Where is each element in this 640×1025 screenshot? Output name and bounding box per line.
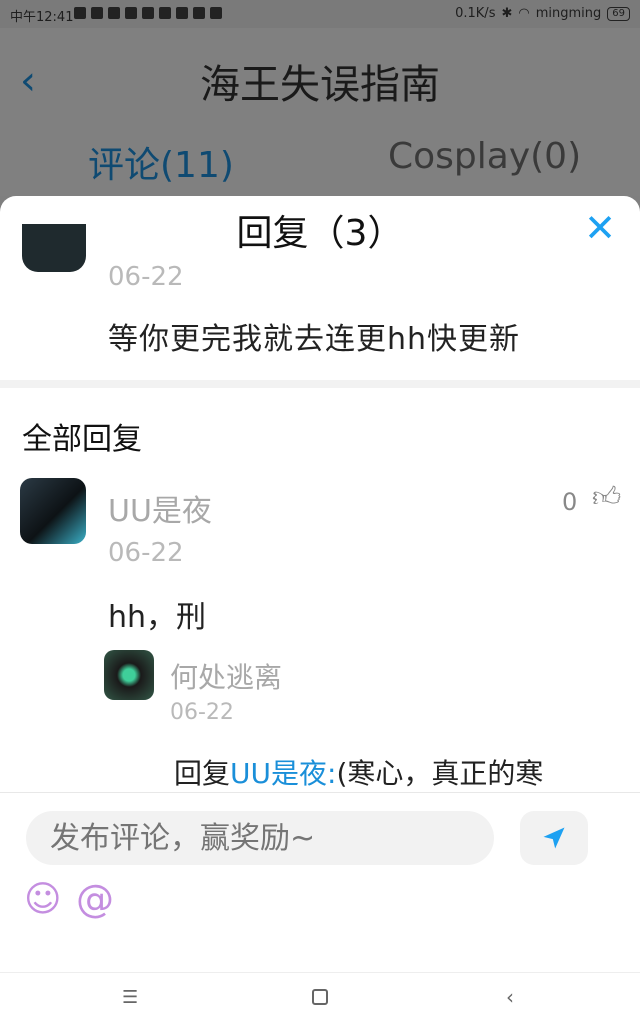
menu-icon[interactable]: ☰ — [122, 987, 138, 1008]
tab-cosplay[interactable]: Cosplay(0) — [388, 136, 581, 177]
emoji-icon[interactable]: ☺ — [24, 879, 62, 920]
app-icon — [142, 7, 154, 19]
avatar[interactable] — [22, 224, 86, 272]
section-label: 全部回复 — [22, 422, 142, 457]
avatar[interactable] — [104, 650, 154, 700]
thumbs-up-icon[interactable]: 👍︎ — [592, 480, 621, 514]
comment-input[interactable] — [26, 811, 494, 865]
wifi-icon: ◠ — [518, 6, 530, 21]
sub-reply-text: 回复UU是夜:(寒心，真正的寒 — [174, 752, 543, 792]
divider — [0, 380, 640, 388]
mention-icon[interactable]: @ — [76, 877, 114, 921]
reply-prefix: 回复 — [174, 757, 231, 790]
app-icon — [125, 7, 137, 19]
home-icon[interactable] — [312, 989, 328, 1005]
send-icon — [543, 827, 565, 849]
wechat-icon — [74, 7, 86, 19]
network-speed: 0.1K/s — [455, 6, 496, 21]
back-nav-icon[interactable]: ‹ — [506, 985, 514, 1009]
mention-link[interactable]: UU是夜: — [230, 757, 336, 790]
reply-text: hh，刑 — [108, 600, 207, 635]
close-icon[interactable]: ✕ — [584, 206, 616, 250]
reply-username[interactable]: UU是夜 — [108, 486, 212, 530]
send-button[interactable] — [520, 811, 588, 865]
reply-date: 06-22 — [108, 538, 184, 568]
avatar[interactable] — [20, 478, 86, 544]
app-icon — [91, 7, 103, 19]
reply-sheet: 回复（3） ✕ 06-22 等你更完我就去连更hh快更新 全部回复 UU是夜 0… — [0, 196, 640, 1024]
app-icon — [210, 7, 222, 19]
status-right: 0.1K/s ✱ ◠ mingming 69 — [455, 6, 630, 21]
sub-reply-body: (寒心，真正的寒 — [336, 757, 544, 790]
sub-reply-date: 06-22 — [170, 700, 234, 725]
battery-icon: 69 — [607, 6, 630, 21]
sheet-title: 回复（3） — [236, 213, 404, 254]
wifi-name: mingming — [535, 6, 602, 21]
sub-reply-username[interactable]: 何处逃离 — [170, 656, 282, 696]
status-bar: 中午12:41 0.1K/s ✱ ◠ mingming 69 — [0, 0, 640, 28]
app-icon — [193, 7, 205, 19]
status-time: 中午12:41 — [10, 10, 74, 25]
like-count: 0 — [562, 488, 578, 516]
original-comment-date: 06-22 — [108, 262, 184, 292]
original-comment-text: 等你更完我就去连更hh快更新 — [108, 322, 521, 357]
app-icon — [159, 7, 171, 19]
tab-comments[interactable]: 评论(11) — [88, 136, 234, 188]
system-nav-bar: ☰ ‹ — [0, 972, 640, 1025]
page-title: 海王失误指南 — [200, 62, 440, 108]
notification-icons — [74, 7, 222, 19]
app-icon — [108, 7, 120, 19]
app-icon — [176, 7, 188, 19]
comment-composer: ☺ @ — [0, 792, 640, 973]
bluetooth-icon: ✱ — [501, 6, 513, 21]
